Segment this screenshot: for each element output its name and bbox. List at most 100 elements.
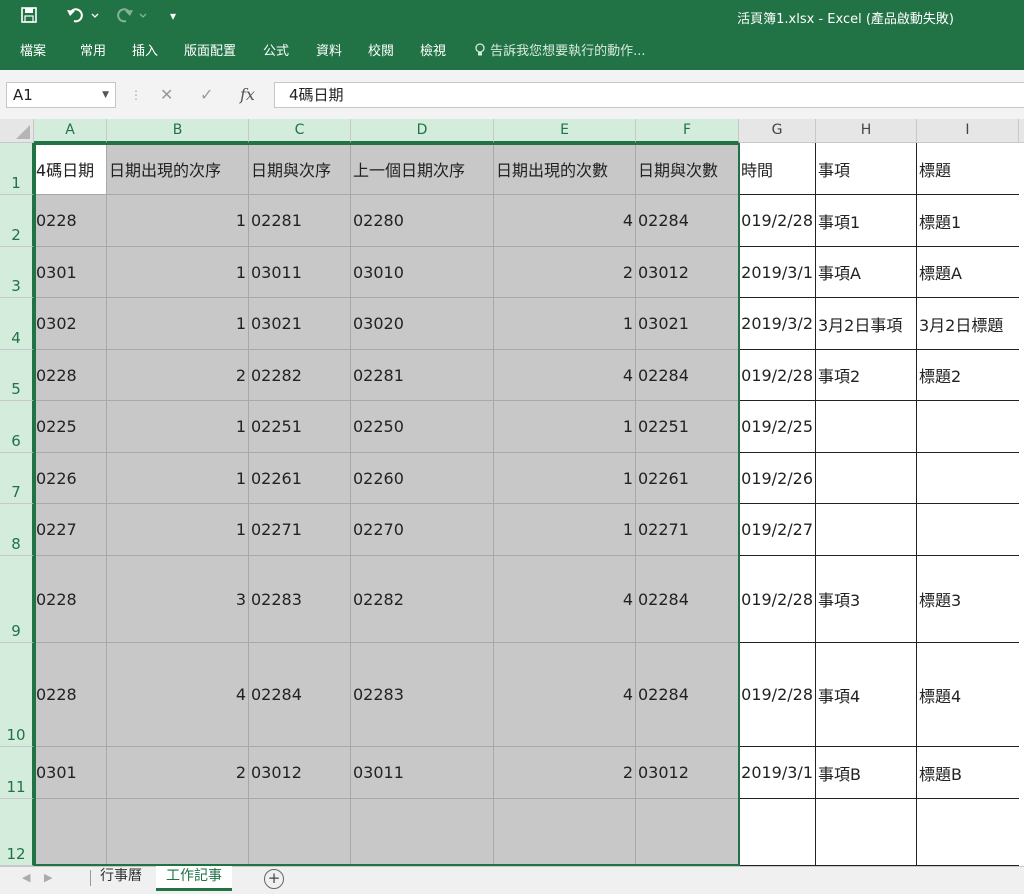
cell-h6[interactable] xyxy=(816,401,917,453)
row-header-7[interactable]: 7 xyxy=(0,453,34,504)
row-header-6[interactable]: 6 xyxy=(0,401,34,453)
cell-i10[interactable]: 標題4 xyxy=(917,643,1019,747)
cell-h10[interactable]: 事項4 xyxy=(816,643,917,747)
cell-d1[interactable]: 上一個日期次序 xyxy=(351,143,494,195)
cell-b12[interactable] xyxy=(107,799,249,866)
cell-b8[interactable]: 1 xyxy=(107,504,249,556)
sheet-tab-work-notes[interactable]: 工作記事 xyxy=(156,866,232,891)
cell-a8[interactable]: 0227 xyxy=(34,504,107,556)
cell-d5[interactable]: 02281 xyxy=(351,350,494,401)
cell-h4[interactable]: 3月2日事項 xyxy=(816,298,917,350)
menu-data[interactable]: 資料 xyxy=(316,40,342,59)
cell-c9[interactable]: 02283 xyxy=(249,556,351,643)
row-header-10[interactable]: 10 xyxy=(0,643,34,747)
menu-home[interactable]: 常用 xyxy=(80,40,106,59)
add-sheet-button[interactable]: + xyxy=(264,869,284,889)
menu-file[interactable]: 檔案 xyxy=(20,40,46,59)
formula-input[interactable]: 4碼日期 xyxy=(274,82,1024,108)
cell-g1[interactable]: 時間 xyxy=(739,143,816,195)
cell-d12[interactable] xyxy=(351,799,494,866)
cell-f5[interactable]: 02284 xyxy=(636,350,739,401)
cell-e8[interactable]: 1 xyxy=(494,504,636,556)
redo-icon[interactable] xyxy=(114,6,148,29)
cell-i6[interactable] xyxy=(917,401,1019,453)
cell-d3[interactable]: 03010 xyxy=(351,247,494,298)
cell-a12[interactable] xyxy=(34,799,107,866)
cell-g6[interactable]: 2019/2/25 xyxy=(739,401,816,453)
cell-b2[interactable]: 1 xyxy=(107,195,249,247)
cell-f4[interactable]: 03021 xyxy=(636,298,739,350)
save-icon[interactable] xyxy=(20,6,38,29)
cell-i3[interactable]: 標題A xyxy=(917,247,1019,298)
enter-icon[interactable]: ✓ xyxy=(200,82,213,108)
column-header-a[interactable]: A xyxy=(34,119,107,143)
menu-review[interactable]: 校閱 xyxy=(368,40,394,59)
cell-i12[interactable] xyxy=(917,799,1019,866)
cell-g4[interactable]: 2019/3/2 xyxy=(739,298,816,350)
cell-h8[interactable] xyxy=(816,504,917,556)
cell-g5[interactable]: 2019/2/28 xyxy=(739,350,816,401)
cell-h5[interactable]: 事項2 xyxy=(816,350,917,401)
cell-b4[interactable]: 1 xyxy=(107,298,249,350)
cell-c12[interactable] xyxy=(249,799,351,866)
undo-icon[interactable] xyxy=(66,6,100,29)
cell-a4[interactable]: 0302 xyxy=(34,298,107,350)
customize-icon[interactable]: ▾ xyxy=(170,6,176,26)
cell-a1[interactable]: 4碼日期 xyxy=(34,143,107,195)
cell-i5[interactable]: 標題2 xyxy=(917,350,1019,401)
cell-a2[interactable]: 0228 xyxy=(34,195,107,247)
row-header-8[interactable]: 8 xyxy=(0,504,34,556)
cell-b9[interactable]: 3 xyxy=(107,556,249,643)
cell-f11[interactable]: 03012 xyxy=(636,747,739,799)
cell-c2[interactable]: 02281 xyxy=(249,195,351,247)
cell-c10[interactable]: 02284 xyxy=(249,643,351,747)
cell-c1[interactable]: 日期與次序 xyxy=(249,143,351,195)
cell-c3[interactable]: 03011 xyxy=(249,247,351,298)
cell-f6[interactable]: 02251 xyxy=(636,401,739,453)
cell-b5[interactable]: 2 xyxy=(107,350,249,401)
cell-g9[interactable]: 2019/2/28 xyxy=(739,556,816,643)
cell-d6[interactable]: 02250 xyxy=(351,401,494,453)
column-header-h[interactable]: H xyxy=(816,119,917,143)
cell-h12[interactable] xyxy=(816,799,917,866)
cell-a3[interactable]: 0301 xyxy=(34,247,107,298)
cell-i4[interactable]: 3月2日標題 xyxy=(917,298,1019,350)
cell-c8[interactable]: 02271 xyxy=(249,504,351,556)
cell-g2[interactable]: 2019/2/28 xyxy=(739,195,816,247)
cell-a11[interactable]: 0301 xyxy=(34,747,107,799)
cell-i7[interactable] xyxy=(917,453,1019,504)
cell-i8[interactable] xyxy=(917,504,1019,556)
cell-c4[interactable]: 03021 xyxy=(249,298,351,350)
cell-b3[interactable]: 1 xyxy=(107,247,249,298)
row-header-4[interactable]: 4 xyxy=(0,298,34,350)
insert-function-icon[interactable]: fx xyxy=(240,82,255,108)
cell-d8[interactable]: 02270 xyxy=(351,504,494,556)
row-header-3[interactable]: 3 xyxy=(0,247,34,298)
cell-g12[interactable] xyxy=(739,799,816,866)
column-header-e[interactable]: E xyxy=(494,119,636,143)
cell-h7[interactable] xyxy=(816,453,917,504)
cell-a7[interactable]: 0226 xyxy=(34,453,107,504)
menu-page-layout[interactable]: 版面配置 xyxy=(184,40,236,59)
row-header-11[interactable]: 11 xyxy=(0,747,34,799)
select-all-button[interactable] xyxy=(0,119,34,143)
menu-formulas[interactable]: 公式 xyxy=(263,40,289,59)
cell-e10[interactable]: 4 xyxy=(494,643,636,747)
cell-d2[interactable]: 02280 xyxy=(351,195,494,247)
cell-i1[interactable]: 標題 xyxy=(917,143,1019,195)
row-header-9[interactable]: 9 xyxy=(0,556,34,643)
cell-a6[interactable]: 0225 xyxy=(34,401,107,453)
column-header-i[interactable]: I xyxy=(917,119,1019,143)
cell-h11[interactable]: 事項B xyxy=(816,747,917,799)
cell-h1[interactable]: 事項 xyxy=(816,143,917,195)
cell-c7[interactable]: 02261 xyxy=(249,453,351,504)
cell-i2[interactable]: 標題1 xyxy=(917,195,1019,247)
cell-e7[interactable]: 1 xyxy=(494,453,636,504)
menu-view[interactable]: 檢視 xyxy=(420,40,446,59)
cell-a10[interactable]: 0228 xyxy=(34,643,107,747)
cell-f9[interactable]: 02284 xyxy=(636,556,739,643)
cell-e1[interactable]: 日期出現的次數 xyxy=(494,143,636,195)
cell-d10[interactable]: 02283 xyxy=(351,643,494,747)
cancel-icon[interactable]: ✕ xyxy=(160,82,173,108)
row-header-1[interactable]: 1 xyxy=(0,143,34,195)
